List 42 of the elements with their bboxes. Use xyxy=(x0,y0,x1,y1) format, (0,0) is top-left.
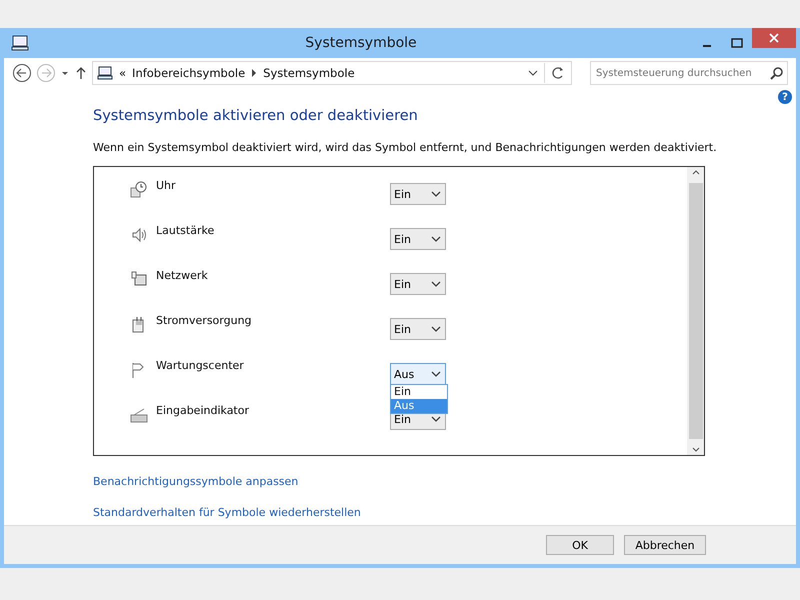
icon-label: Netzwerk xyxy=(156,269,209,282)
maximize-icon[interactable] xyxy=(731,38,743,48)
computer-icon xyxy=(10,34,30,52)
icon-label: Wartungscenter xyxy=(156,359,245,372)
caret-icon xyxy=(431,235,441,243)
window-title: Systemsymbole xyxy=(304,35,418,51)
state-dropdown[interactable]: Ein xyxy=(390,273,446,295)
chevron-icon xyxy=(251,69,258,77)
back-button[interactable] xyxy=(12,63,32,83)
icon-label: Eingabeindikator xyxy=(156,404,250,417)
caret-icon xyxy=(431,415,441,423)
overflow-chevron[interactable]: « xyxy=(119,66,126,80)
caret-icon xyxy=(431,370,441,378)
computer-icon xyxy=(97,66,113,80)
dropdown-icon[interactable] xyxy=(528,69,538,77)
state-dropdown[interactable]: Ein xyxy=(390,228,446,250)
close-button[interactable] xyxy=(752,28,796,48)
icon-label: Stromversorgung xyxy=(156,314,253,327)
help-button[interactable]: ? xyxy=(778,90,792,104)
speaker-icon xyxy=(130,226,148,244)
caret-icon xyxy=(431,190,441,198)
caret-icon xyxy=(431,325,441,333)
search-field[interactable]: Systemsteuerung durchsuchen xyxy=(590,61,788,85)
link[interactable]: Standardverhalten für Symbole wiederherstellen xyxy=(93,506,361,519)
dialog-button[interactable]: Abbrechen xyxy=(624,535,706,555)
link[interactable]: Benachrichtigungssymbole anpassen xyxy=(93,475,298,488)
address-bar[interactable]: « Infobereichsymbole Systemsymbole xyxy=(92,61,572,85)
dialog-button[interactable]: OK xyxy=(546,535,614,555)
keyboard-icon xyxy=(130,406,148,424)
icon-label: Uhr xyxy=(156,179,177,192)
state-dropdown[interactable]: Ein xyxy=(390,183,446,205)
state-dropdown[interactable]: Ein xyxy=(390,318,446,340)
icon-label: Lautstärke xyxy=(156,224,216,237)
scrollbar[interactable] xyxy=(687,167,704,455)
breadcrumb-item[interactable]: Infobereichsymbole xyxy=(132,66,246,80)
clock-icon xyxy=(130,181,148,199)
caret-icon xyxy=(431,280,441,288)
description-text: Wenn ein Systemsymbol deaktiviert wird, wird das Symbol entfernt, und Benachrichtigungen werden deaktiviert. xyxy=(93,141,718,154)
page-heading: Systemsymbole aktivieren oder deaktivieren xyxy=(93,108,419,124)
up-arrow-icon[interactable] xyxy=(74,65,88,81)
breadcrumb-item[interactable]: Systemsymbole xyxy=(263,66,355,80)
close-icon xyxy=(769,33,779,43)
